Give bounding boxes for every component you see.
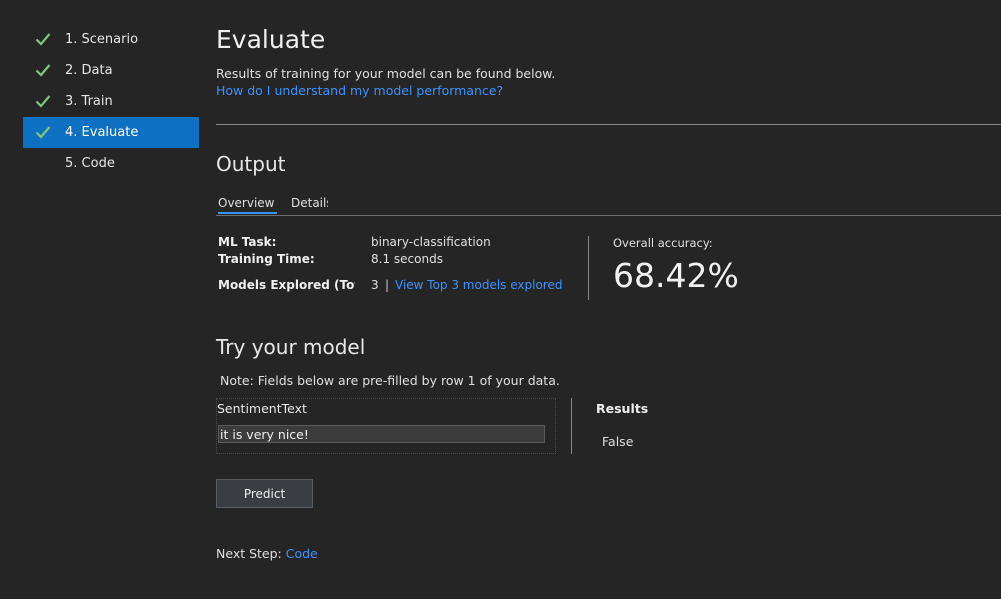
check-icon	[35, 126, 51, 139]
vertical-divider	[588, 236, 589, 300]
ml-task-label: ML Task:	[218, 235, 277, 249]
output-tabs: Overview Details	[216, 196, 1001, 216]
sidebar-item-train[interactable]: 3. Train	[23, 86, 199, 117]
next-step-label: Next Step:	[216, 546, 286, 561]
sidebar-item-data[interactable]: 2. Data	[23, 55, 199, 86]
model-builder-window: 1. Scenario 2. Data 3. Train 4. Evaluate…	[0, 0, 1001, 599]
results-divider	[571, 398, 572, 454]
sidebar-item-label: 2. Data	[65, 63, 113, 78]
input-panel: SentimentText	[216, 398, 556, 454]
selected-tab-indicator	[218, 212, 277, 214]
tab-details[interactable]: Details	[291, 196, 328, 210]
sidebar-item-label: 4. Evaluate	[65, 125, 139, 140]
accuracy-value: 68.42%	[613, 256, 739, 295]
results-value: False	[602, 434, 634, 449]
models-explored-label: Models Explored (Total):	[218, 278, 355, 292]
page-title: Evaluate	[216, 25, 326, 54]
check-icon	[35, 64, 51, 77]
accuracy-label: Overall accuracy:	[613, 236, 713, 250]
field-label: SentimentText	[217, 401, 307, 416]
training-time-label: Training Time:	[218, 252, 315, 266]
sidebar-item-label: 3. Train	[65, 94, 113, 109]
sidebar-item-evaluate[interactable]: 4. Evaluate	[23, 117, 199, 148]
sidebar-item-code[interactable]: 5. Code	[23, 148, 199, 179]
predict-button[interactable]: Predict	[216, 479, 313, 508]
separator: |	[385, 278, 390, 292]
check-icon	[35, 95, 51, 108]
models-explored-value: 3	[371, 278, 379, 292]
next-step: Next Step: Code	[216, 546, 318, 561]
next-step-link[interactable]: Code	[286, 546, 318, 561]
sidebar-item-scenario[interactable]: 1. Scenario	[23, 24, 199, 55]
view-top-models-link[interactable]: View Top 3 models explored	[395, 278, 562, 292]
check-icon	[35, 33, 51, 46]
sentiment-text-input[interactable]	[218, 425, 545, 443]
sidebar-item-label: 5. Code	[65, 156, 115, 171]
tabs-divider	[216, 215, 1001, 216]
divider	[216, 124, 1001, 125]
training-time-value: 8.1 seconds	[371, 252, 443, 266]
steps-sidebar: 1. Scenario 2. Data 3. Train 4. Evaluate…	[23, 24, 199, 179]
results-heading: Results	[596, 401, 649, 416]
sidebar-item-label: 1. Scenario	[65, 32, 139, 47]
ml-task-value: binary-classification	[371, 235, 491, 249]
try-model-heading: Try your model	[216, 335, 366, 359]
output-heading: Output	[216, 152, 286, 176]
prefill-note: Note: Fields below are pre-filled by row…	[220, 373, 560, 388]
tab-overview[interactable]: Overview	[218, 196, 275, 210]
help-link[interactable]: How do I understand my model performance…	[216, 83, 503, 98]
intro-text: Results of training for your model can b…	[216, 66, 556, 81]
